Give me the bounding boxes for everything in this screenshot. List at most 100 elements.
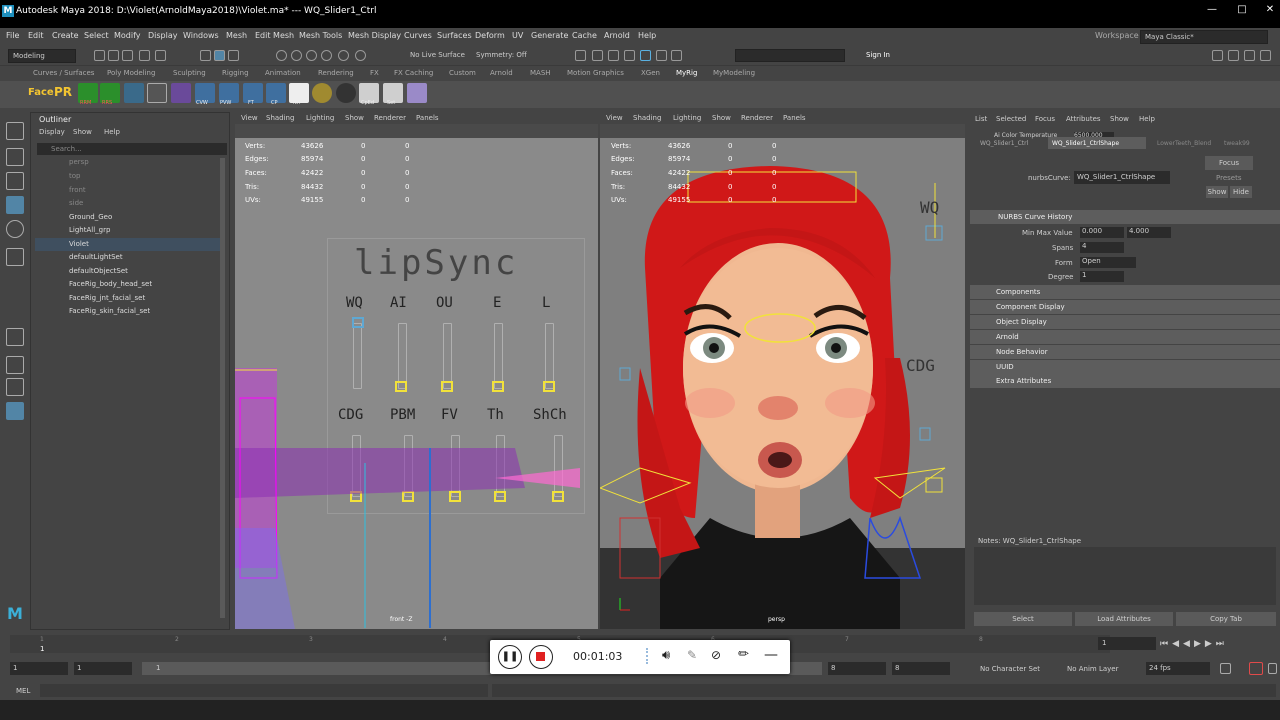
shelf-tool-2-icon[interactable]: [147, 83, 167, 103]
pr-shelf-button[interactable]: PR: [54, 85, 72, 99]
outliner-menu-show[interactable]: Show: [73, 128, 92, 136]
redo-icon[interactable]: [155, 50, 166, 61]
outliner-item-skin-facial[interactable]: FaceRig_skin_facial_set: [69, 307, 150, 315]
outliner-item-persp[interactable]: persp: [69, 158, 89, 166]
select-object-icon[interactable]: [214, 50, 225, 61]
minimize-button[interactable]: —: [1202, 4, 1222, 18]
character-set-dropdown[interactable]: No Character Set: [980, 665, 1040, 673]
current-frame-marker[interactable]: 1: [40, 645, 44, 653]
workspace-dropdown[interactable]: Maya Classic*: [1140, 30, 1268, 44]
outliner-menu-help[interactable]: Help: [104, 128, 120, 136]
snap-view-icon[interactable]: [321, 50, 332, 61]
shelf-tab-fx[interactable]: FX: [370, 69, 379, 77]
shelf-tab-mash[interactable]: MASH: [530, 69, 551, 77]
vp2-menu-renderer[interactable]: Renderer: [741, 114, 773, 122]
select-tool-icon[interactable]: [6, 122, 24, 140]
hide-button[interactable]: Hide: [1230, 186, 1252, 198]
menu-modify[interactable]: Modify: [114, 31, 141, 40]
ipr-render-icon[interactable]: [608, 50, 619, 61]
outliner-item-ground[interactable]: Ground_Geo: [69, 213, 112, 221]
vp1-menu-show[interactable]: Show: [345, 114, 364, 122]
shelf-tab-mymodeling[interactable]: MyModeling: [713, 69, 755, 77]
live-surface-field[interactable]: No Live Surface: [406, 49, 470, 63]
pause-icon[interactable]: ❚❚: [498, 645, 522, 669]
arnold-render-icon[interactable]: [656, 50, 667, 61]
face-shelf-button[interactable]: Face: [28, 87, 54, 98]
lasso-tool-icon[interactable]: [6, 148, 24, 166]
shelf-tab-xgen[interactable]: XGen: [641, 69, 660, 77]
degree-field[interactable]: 1: [1080, 271, 1124, 282]
outliner-menu-display[interactable]: Display: [39, 128, 65, 136]
menu-edit-mesh[interactable]: Edit Mesh: [255, 31, 294, 40]
attr-menu-help[interactable]: Help: [1139, 115, 1155, 123]
attr-tab-blend[interactable]: LowerTeeth_Blend: [1157, 140, 1211, 147]
section-arnold[interactable]: Arnold: [970, 330, 1280, 344]
render-settings-icon[interactable]: [624, 50, 635, 61]
menu-arnold[interactable]: Arnold: [604, 31, 630, 40]
render-view-icon[interactable]: [575, 50, 586, 61]
tool-settings-icon[interactable]: [1244, 50, 1255, 61]
section-uuid[interactable]: UUID: [970, 360, 1280, 374]
node-name-field[interactable]: WQ_Slider1_CtrlShape: [1074, 171, 1170, 184]
menu-display[interactable]: Display: [148, 31, 178, 40]
copy-tab-button[interactable]: Copy Tab: [1176, 612, 1276, 626]
attr-tab-tweak[interactable]: tweak99: [1224, 140, 1250, 147]
shelf-tab-custom[interactable]: Custom: [449, 69, 476, 77]
render-frame-icon[interactable]: [592, 50, 603, 61]
shelf-tab-fxcaching[interactable]: FX Caching: [394, 69, 433, 77]
menu-set-dropdown[interactable]: Modeling: [8, 49, 76, 63]
undo-icon[interactable]: [139, 50, 150, 61]
scene-end-field[interactable]: 8: [892, 662, 950, 675]
persp-viewport[interactable]: View Shading Lighting Show Renderer Pane…: [600, 112, 965, 629]
attr-menu-list[interactable]: List: [975, 115, 987, 123]
hypershade-icon[interactable]: [640, 50, 651, 61]
gear-shelf-icon[interactable]: [312, 83, 332, 103]
shelf-tab-curves[interactable]: Curves / Surfaces: [33, 69, 94, 77]
shelf-tab-rendering[interactable]: Rendering: [318, 69, 354, 77]
outliner-item-side[interactable]: side: [69, 199, 83, 207]
maximize-button[interactable]: □: [1232, 4, 1252, 18]
shelf-tab-motion[interactable]: Motion Graphics: [567, 69, 624, 77]
four-view-icon[interactable]: [6, 356, 24, 374]
select-component-icon[interactable]: [228, 50, 239, 61]
menu-edit[interactable]: Edit: [28, 31, 44, 40]
load-attributes-button[interactable]: Load Attributes: [1075, 612, 1173, 626]
section-component-display[interactable]: Component Display: [970, 300, 1280, 314]
section-extra-attributes[interactable]: Extra Attributes: [970, 374, 1280, 388]
attr-menu-selected[interactable]: Selected: [996, 115, 1026, 123]
vp2-menu-view[interactable]: View: [606, 114, 623, 122]
section-nurbs-history[interactable]: NURBS Curve History: [970, 210, 1280, 224]
menu-select[interactable]: Select: [84, 31, 109, 40]
front-viewport-toolbar[interactable]: [235, 124, 598, 138]
vp1-menu-renderer[interactable]: Renderer: [374, 114, 406, 122]
menu-mesh[interactable]: Mesh: [226, 31, 247, 40]
vp1-menu-panels[interactable]: Panels: [416, 114, 439, 122]
snap-grid-icon[interactable]: [276, 50, 287, 61]
minimize-recorder-icon[interactable]: —: [764, 647, 778, 663]
menu-deform[interactable]: Deform: [475, 31, 505, 40]
shelf-tool-4-icon[interactable]: [336, 83, 356, 103]
new-scene-icon[interactable]: [94, 50, 105, 61]
command-input[interactable]: [40, 684, 488, 697]
menu-curves[interactable]: Curves: [404, 31, 432, 40]
snap-point-icon[interactable]: [306, 50, 317, 61]
persp-view-canvas[interactable]: Verts: 43626 0 0 Edges: 85974 0 0 Faces:…: [600, 138, 965, 629]
select-hierarchy-icon[interactable]: [200, 50, 211, 61]
speaker-icon[interactable]: 🔊︎: [662, 648, 670, 663]
playback-end-field[interactable]: 8: [828, 662, 886, 675]
menu-help[interactable]: Help: [638, 31, 656, 40]
outliner-layout-icon[interactable]: [6, 402, 24, 420]
scale-tool-icon[interactable]: [6, 248, 24, 266]
shelf-tool-3-icon[interactable]: [171, 83, 191, 103]
input-line-field[interactable]: [735, 49, 845, 62]
outliner-item-violet[interactable]: Violet: [69, 240, 89, 248]
attr-menu-show[interactable]: Show: [1110, 115, 1129, 123]
auto-key-icon[interactable]: [1249, 662, 1263, 675]
vp2-menu-lighting[interactable]: Lighting: [673, 114, 701, 122]
shelf-tab-animation[interactable]: Animation: [265, 69, 301, 77]
vp1-menu-lighting[interactable]: Lighting: [306, 114, 334, 122]
select-button[interactable]: Select: [974, 612, 1072, 626]
min-value-field[interactable]: 0.000: [1080, 227, 1124, 238]
front-viewport[interactable]: View Shading Lighting Show Renderer Pane…: [235, 112, 598, 629]
menu-create[interactable]: Create: [52, 31, 79, 40]
